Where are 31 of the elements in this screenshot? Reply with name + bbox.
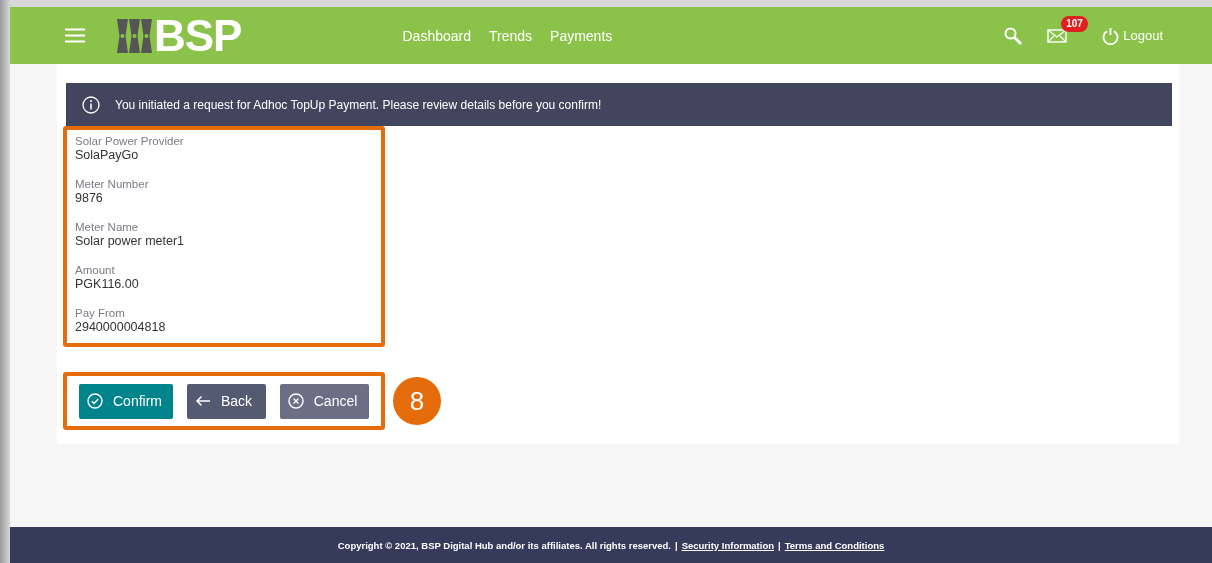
- step-badge: 8: [393, 377, 441, 425]
- confirm-button[interactable]: Confirm: [79, 383, 173, 419]
- left-arrow-icon: [195, 395, 211, 407]
- logo-text: BSP: [154, 10, 242, 61]
- close-circle-icon: [287, 393, 304, 409]
- back-button[interactable]: Back: [187, 383, 266, 419]
- field-value: PGK116.00: [75, 277, 140, 292]
- separator-text: |: [674, 539, 678, 551]
- notification-count: 107: [1061, 15, 1088, 32]
- power-icon: [1102, 26, 1120, 45]
- check-circle-icon: [87, 393, 103, 409]
- field-value: SolaPayGo: [75, 148, 140, 163]
- footer-link[interactable]: Security Information: [681, 539, 774, 551]
- alert-message: You initiated a request for Adhoc TopUp Payment. Please review details before you confirm!: [115, 97, 602, 112]
- field-label: Pay From: [75, 307, 126, 320]
- menu-icon[interactable]: [65, 28, 85, 43]
- field-value: Solar power meter1: [75, 234, 186, 249]
- search-icon[interactable]: [1004, 26, 1023, 45]
- copyright-text: Copyright © 2021, BSP Digital Hub and/or its affiliates. All rights reserved.: [337, 539, 671, 551]
- footer-link[interactable]: Terms and Conditions: [784, 539, 885, 551]
- cancel-button[interactable]: Cancel: [279, 383, 369, 419]
- separator-text: |: [778, 539, 781, 551]
- field-value: 9876: [75, 191, 104, 206]
- field-value: 2940000004818: [75, 320, 167, 335]
- field-label: Amount: [75, 264, 116, 277]
- field-label: Meter Number: [75, 178, 150, 191]
- mail-icon[interactable]: [1047, 28, 1068, 43]
- info-icon: [82, 95, 100, 114]
- field-label: Meter Name: [75, 221, 140, 234]
- drum-logo-icon: [117, 17, 153, 54]
- field-label: Solar Power Provider: [75, 135, 185, 148]
